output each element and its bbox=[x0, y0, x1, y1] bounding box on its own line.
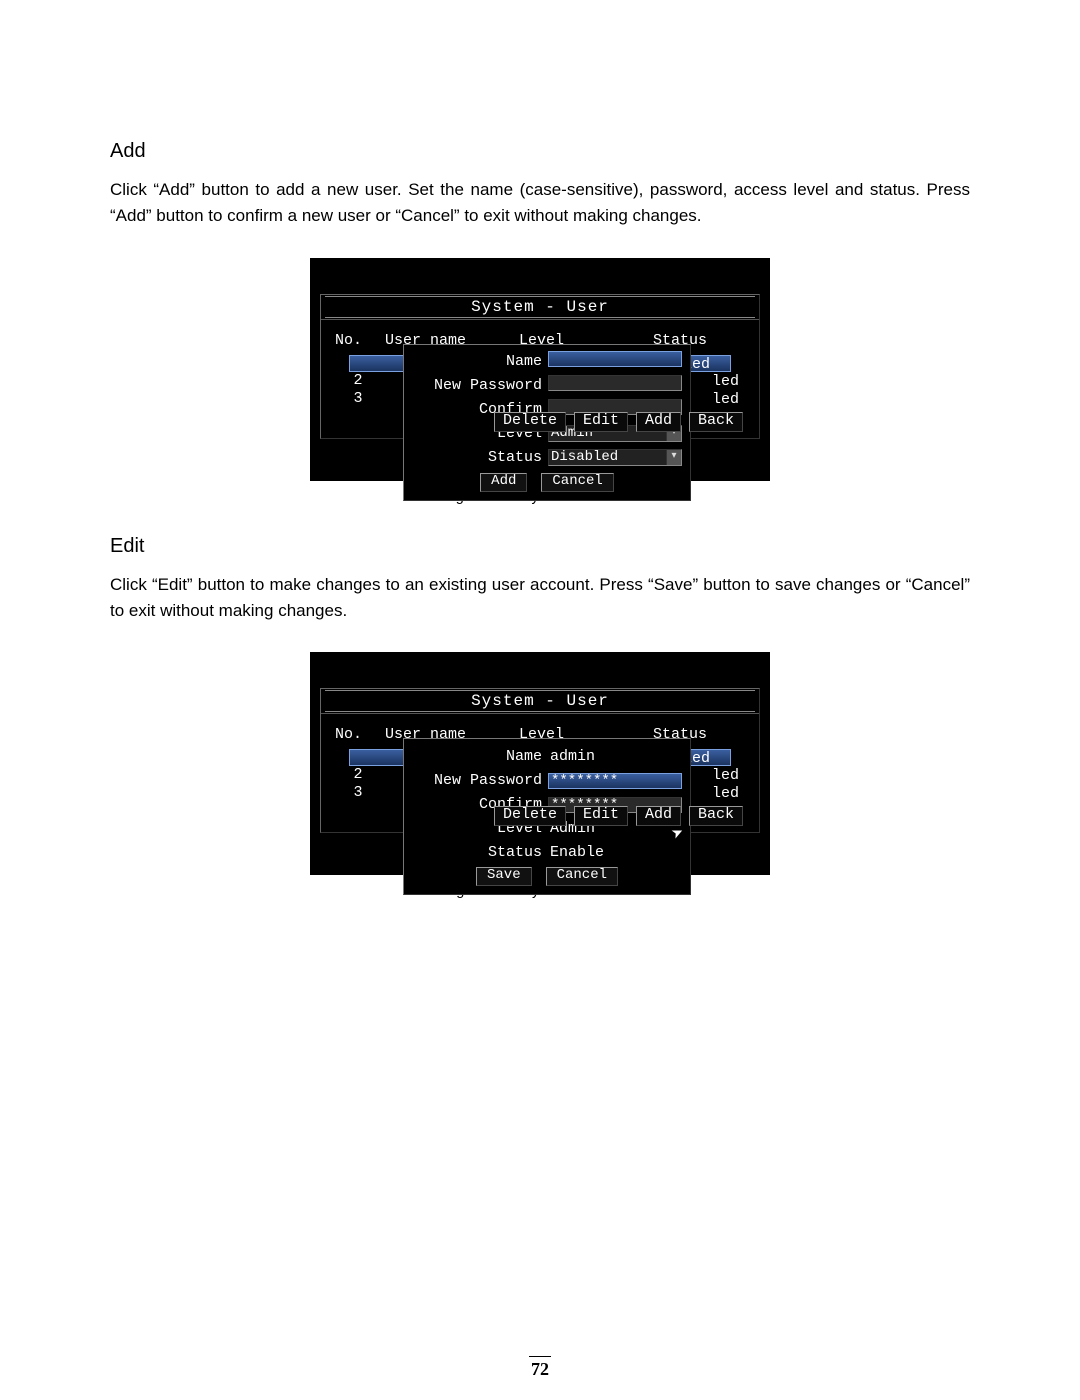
label-newpassword: New Password bbox=[412, 772, 548, 789]
page-number: 72 bbox=[0, 1356, 1080, 1380]
row-status: led bbox=[712, 391, 739, 408]
name-value: admin bbox=[548, 748, 595, 765]
section-title-edit: Edit bbox=[110, 535, 970, 558]
save-button[interactable]: Save bbox=[476, 867, 532, 886]
row-no: 3 bbox=[335, 784, 381, 802]
label-status: Status bbox=[412, 844, 548, 861]
back-button[interactable]: Back bbox=[689, 806, 743, 826]
status-select[interactable]: Disabled ▾ bbox=[548, 449, 682, 466]
row-status: led bbox=[712, 767, 739, 784]
footer-buttons: Delete Edit Add Back bbox=[494, 806, 743, 826]
paragraph-edit: Click “Edit” button to make changes to a… bbox=[110, 572, 970, 625]
chevron-down-icon[interactable]: ▾ bbox=[666, 450, 681, 465]
col-no: No. bbox=[335, 332, 381, 349]
page: Add Click “Add” button to add a new user… bbox=[0, 0, 1080, 1400]
figure-edit: System - User No. User name Level Status… bbox=[110, 652, 970, 875]
label-name: Name bbox=[412, 353, 548, 370]
edit-button[interactable]: Edit bbox=[574, 412, 628, 432]
status-value: Disabled bbox=[549, 450, 666, 465]
back-button[interactable]: Back bbox=[689, 412, 743, 432]
label-newpassword: New Password bbox=[412, 377, 548, 394]
dvr-screenshot-add: System - User No. User name Level Status… bbox=[310, 258, 770, 481]
row-no: 3 bbox=[335, 390, 381, 408]
name-field[interactable] bbox=[548, 351, 682, 367]
label-name: Name bbox=[412, 748, 548, 765]
dvr-screenshot-edit: System - User No. User name Level Status… bbox=[310, 652, 770, 875]
delete-button[interactable]: Delete bbox=[494, 806, 566, 826]
status-value: Enable bbox=[548, 844, 604, 861]
row-no: 2 bbox=[335, 372, 381, 390]
row-no: 2 bbox=[335, 766, 381, 784]
paragraph-add: Click “Add” button to add a new user. Se… bbox=[110, 177, 970, 230]
newpassword-field[interactable] bbox=[548, 375, 682, 391]
window-title: System - User bbox=[321, 295, 759, 320]
cancel-button[interactable]: Cancel bbox=[546, 867, 618, 886]
newpassword-field[interactable]: ******** bbox=[548, 773, 682, 789]
col-no: No. bbox=[335, 726, 381, 743]
delete-button[interactable]: Delete bbox=[494, 412, 566, 432]
row-status: led bbox=[712, 373, 739, 390]
add-button-footer[interactable]: Add bbox=[636, 806, 681, 826]
cancel-button[interactable]: Cancel bbox=[541, 473, 613, 492]
footer-buttons: Delete Edit Add Back bbox=[494, 412, 743, 432]
figure-add: System - User No. User name Level Status… bbox=[110, 258, 970, 481]
row-status: led bbox=[712, 785, 739, 802]
section-title-add: Add bbox=[110, 140, 970, 163]
add-button[interactable]: Add bbox=[480, 473, 527, 492]
edit-button[interactable]: Edit bbox=[574, 806, 628, 826]
window-title: System - User bbox=[321, 689, 759, 714]
add-button-footer[interactable]: Add bbox=[636, 412, 681, 432]
label-status: Status bbox=[412, 449, 548, 466]
